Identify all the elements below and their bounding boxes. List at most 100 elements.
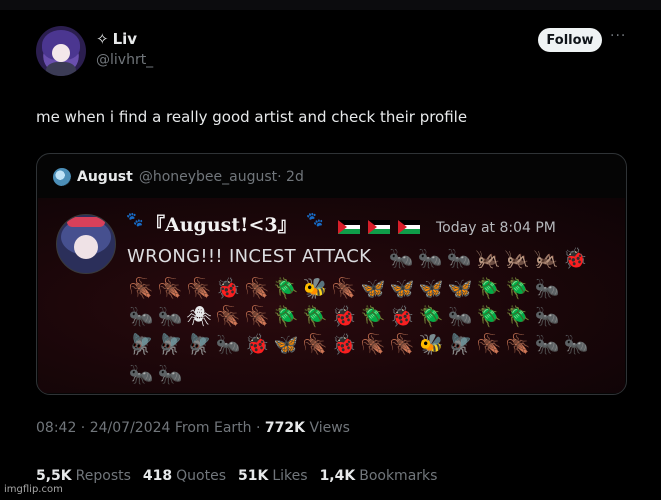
tweet-time: 08:42: [36, 420, 77, 436]
insect-emoji-icon: 🐝: [418, 332, 444, 356]
bookmarks-stat[interactable]: 1,4K Bookmarks: [320, 468, 438, 484]
insect-emoji-icon: 🪲: [476, 276, 502, 300]
insect-emoji-icon: 🐞: [215, 276, 241, 300]
insect-emoji-icon: 🪲: [476, 304, 502, 328]
insect-emoji-icon: 🪳: [360, 332, 386, 356]
insect-emoji-icon: 🪲: [360, 304, 386, 328]
quote-author-handle[interactable]: @honeybee_august: [139, 169, 277, 185]
insect-emoji-icon: 🪳: [128, 276, 154, 300]
tweet-text: me when i find a really good artist and …: [36, 108, 468, 126]
avatar-body: [46, 62, 76, 76]
insect-emoji-icon: 🪲: [302, 304, 328, 328]
insect-emoji-icon: 🪰: [157, 332, 183, 356]
emoji-row: 🐜 🐜 🕷 🪳 🪳 🪲 🪲 🐞 🪲 🐞 🪲 🐜 🪲 🪲 🐜: [128, 304, 560, 328]
insect-emoji-icon: 🦋: [447, 276, 473, 300]
views-count: 772K: [264, 420, 305, 436]
follow-button[interactable]: Follow: [538, 28, 602, 52]
quote-image[interactable]: 🐾 『August!<3』 🐾 Today at 8:04 PM WRONG!!…: [38, 198, 625, 393]
reposts-stat[interactable]: 5,5K Reposts: [36, 468, 131, 484]
insect-emoji-icon: 🪰: [128, 332, 154, 356]
author-handle[interactable]: @livhrt_: [96, 52, 153, 68]
insect-emoji-icon: 🪰: [447, 332, 473, 356]
insect-emoji-icon: 🪳: [244, 304, 270, 328]
insect-emoji-icon: 🐜: [128, 362, 154, 386]
emoji-row: 🪳 🪳 🪳 🐞 🪳 🪲 🐝 🪳 🦋 🦋 🦋 🦋 🪲 🪲 🐜: [128, 276, 560, 300]
emoji-row: 🐜 🐜 🐜 🦗 🦗 🦗 🐞: [388, 246, 588, 270]
discord-username: 『August!<3』: [146, 214, 297, 236]
likes-label: Likes: [272, 468, 308, 484]
star-icon: ✧: [96, 30, 109, 48]
insect-emoji-icon: 🪳: [476, 332, 502, 356]
insect-emoji-icon: 🕷: [186, 304, 212, 328]
insect-emoji-icon: 🪳: [215, 304, 241, 328]
tweet-source: From Earth: [174, 420, 252, 436]
insect-emoji-icon: 🦗: [504, 246, 530, 270]
palestine-flag-icon: [338, 220, 360, 234]
tweet-date: 24/07/2024: [89, 420, 171, 436]
insect-emoji-icon: 🪲: [273, 304, 299, 328]
discord-message: WRONG!!! INCEST ATTACK: [127, 246, 372, 267]
insect-emoji-icon: 🐜: [157, 362, 183, 386]
quotes-stat[interactable]: 418 Quotes: [143, 468, 226, 484]
likes-count: 51K: [238, 468, 269, 484]
insect-emoji-icon: 🐝: [302, 276, 328, 300]
tweet-meta: 08:42 · 24/07/2024 From Earth · 772K Vie…: [36, 420, 350, 436]
insect-emoji-icon: 🪲: [418, 304, 444, 328]
insect-emoji-icon: 🦋: [360, 276, 386, 300]
insect-emoji-icon: 🐞: [331, 304, 357, 328]
insect-emoji-icon: 🐜: [128, 304, 154, 328]
quotes-label: Quotes: [176, 468, 226, 484]
insect-emoji-icon: 🐜: [446, 246, 472, 270]
insect-emoji-icon: 🦋: [273, 332, 299, 356]
author-name[interactable]: ✧ Liv: [96, 30, 137, 48]
insect-emoji-icon: 🐞: [562, 246, 588, 270]
engagement-stats: 5,5K Reposts 418 Quotes 51K Likes 1,4K Bookm…: [36, 468, 437, 484]
likes-stat[interactable]: 51K Likes: [238, 468, 308, 484]
quoted-tweet[interactable]: August @honeybee_august · 2d 🐾 『August!<…: [36, 153, 627, 395]
palestine-flag-icon: [368, 220, 390, 234]
insect-emoji-icon: 🪳: [186, 276, 212, 300]
insect-emoji-icon: 🪳: [331, 276, 357, 300]
insect-emoji-icon: 🦋: [389, 276, 415, 300]
insect-emoji-icon: 🦗: [475, 246, 501, 270]
insect-emoji-icon: 🐜: [534, 304, 560, 328]
insect-emoji-icon: 🐜: [534, 332, 560, 356]
insect-emoji-icon: 🪳: [505, 332, 531, 356]
emoji-row: 🐜 🐜: [128, 362, 183, 386]
insect-emoji-icon: 🐞: [331, 332, 357, 356]
insect-emoji-icon: 🪳: [302, 332, 328, 356]
insect-emoji-icon: 🐜: [215, 332, 241, 356]
insect-emoji-icon: 🐜: [563, 332, 589, 356]
palestine-flag-icon: [398, 220, 420, 234]
insect-emoji-icon: 🐜: [447, 304, 473, 328]
insect-emoji-icon: 🐞: [389, 304, 415, 328]
quote-avatar[interactable]: [53, 168, 71, 186]
emoji-row: 🪰 🪰 🪰 🐜 🐞 🦋 🪳 🐞 🪳 🪳 🐝 🪰 🪳 🪳 🐜 🐜: [128, 332, 589, 356]
insect-emoji-icon: 🪳: [244, 276, 270, 300]
discord-avatar-face: [74, 235, 98, 259]
avatar-face: [52, 44, 70, 62]
insect-emoji-icon: 🐜: [534, 276, 560, 300]
insect-emoji-icon: 🪲: [273, 276, 299, 300]
imgflip-watermark: imgflip.com: [4, 484, 63, 495]
author-name-text: Liv: [112, 30, 138, 48]
insect-emoji-icon: 🦋: [418, 276, 444, 300]
insect-emoji-icon: 🐞: [244, 332, 270, 356]
discord-avatar-bow: [67, 217, 105, 227]
insect-emoji-icon: 🪲: [505, 276, 531, 300]
insect-emoji-icon: 🦗: [533, 246, 559, 270]
quotes-count: 418: [142, 468, 173, 484]
insect-emoji-icon: 🐜: [417, 246, 443, 270]
more-options-icon[interactable]: ···: [610, 28, 626, 44]
insect-emoji-icon: 🐜: [157, 304, 183, 328]
discord-timestamp: Today at 8:04 PM: [436, 220, 556, 236]
quote-header: August @honeybee_august · 2d: [53, 168, 304, 186]
author-avatar[interactable]: [36, 26, 86, 76]
reposts-label: Reposts: [75, 468, 131, 484]
quote-author-name[interactable]: August: [77, 169, 133, 185]
bookmarks-label: Bookmarks: [359, 468, 438, 484]
views-label: Views: [309, 420, 350, 436]
insect-emoji-icon: 🐜: [388, 246, 414, 270]
paw-icon: 🐾: [126, 212, 144, 228]
insect-emoji-icon: 🪰: [186, 332, 212, 356]
